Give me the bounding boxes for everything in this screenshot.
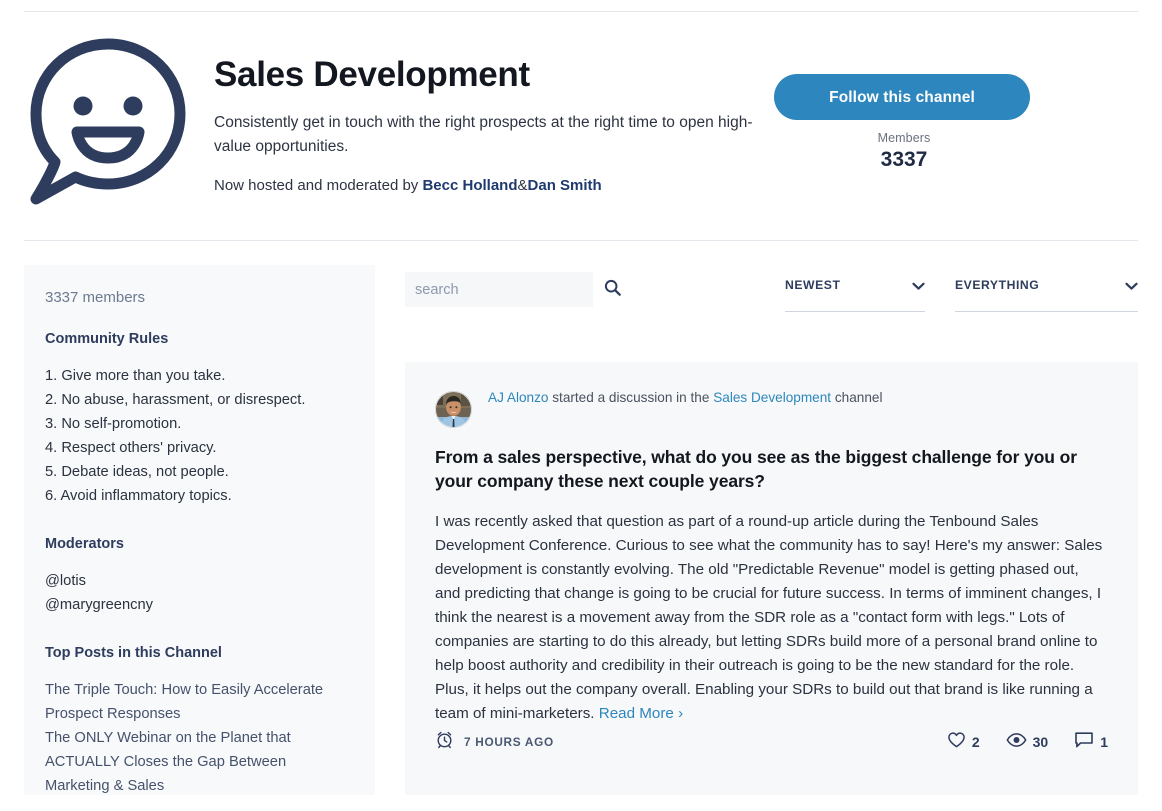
header-divider <box>24 240 1138 241</box>
hosted-prefix-label: Now hosted and moderated by <box>214 176 419 194</box>
host-link-1[interactable]: Becc Holland <box>422 177 517 194</box>
comment-stat[interactable]: 1 <box>1074 731 1108 754</box>
sort-dropdown-value: NEWEST <box>785 278 841 292</box>
top-divider <box>24 11 1138 12</box>
post-body-text: I was recently asked that question as pa… <box>435 513 1103 722</box>
like-stat[interactable]: 2 <box>947 731 980 754</box>
post-header: AJ Alonzo started a discussion in the Sa… <box>435 390 1108 428</box>
post-channel-suffix: channel <box>834 390 883 405</box>
channel-hosts: Now hosted and moderated by Becc Holland… <box>214 177 774 194</box>
sort-dropdown[interactable]: NEWEST <box>785 276 925 312</box>
post-channel-link[interactable]: Sales Development <box>713 390 831 405</box>
heart-icon[interactable] <box>947 731 966 754</box>
page-title: Sales Development <box>214 55 530 94</box>
rule-item: 5. Debate ideas, not people. <box>45 464 229 480</box>
avatar[interactable] <box>435 391 472 428</box>
channel-actions: Follow this channel Members 3337 <box>774 24 1034 172</box>
chevron-down-icon[interactable] <box>912 276 925 296</box>
channel-page: Sales Development Consistently get in to… <box>0 0 1162 811</box>
rule-item: 6. Avoid inflammatory topics. <box>45 488 232 504</box>
moderator-handle: @lotis <box>45 573 87 589</box>
view-count: 30 <box>1032 734 1049 750</box>
discussion-post-card[interactable]: AJ Alonzo started a discussion in the Sa… <box>405 362 1138 795</box>
eye-icon <box>1006 732 1027 753</box>
post-timestamp: 7 HOURS AGO <box>464 735 554 749</box>
view-stat: 30 <box>1006 732 1049 753</box>
post-byline-wrap: AJ Alonzo started a discussion in the Sa… <box>488 390 1108 406</box>
alarm-clock-icon <box>435 730 454 754</box>
post-title[interactable]: From a sales perspective, what do you se… <box>435 445 1108 493</box>
host-link-2[interactable]: Dan Smith <box>528 177 602 194</box>
moderators-heading: Moderators <box>45 536 124 552</box>
channel-description: Consistently get in touch with the right… <box>214 113 753 155</box>
rule-item: 2. No abuse, harassment, or disrespect. <box>45 392 306 408</box>
members-count: 3337 <box>880 148 928 171</box>
comment-bubble-icon[interactable] <box>1074 731 1094 754</box>
channel-header: Sales Development Consistently get in to… <box>24 24 1138 232</box>
filter-dropdown[interactable]: EVERYTHING <box>955 276 1138 312</box>
sidebar-member-count: 3337 members <box>45 289 146 306</box>
filter-dropdown-value: EVERYTHING <box>955 278 1040 292</box>
top-posts-heading: Top Posts in this Channel <box>45 645 222 661</box>
moderator-handle: @marygreencny <box>45 597 153 613</box>
follow-channel-button[interactable]: Follow this channel <box>774 74 1030 120</box>
search-input[interactable] <box>413 280 604 299</box>
channel-sidebar: 3337 members Community Rules 1. Give mor… <box>24 265 375 795</box>
community-rules-heading: Community Rules <box>45 331 169 347</box>
post-timestamp-group: 7 HOURS AGO <box>435 730 554 754</box>
rule-item: 1. Give more than you take. <box>45 368 226 384</box>
members-label: Members <box>877 131 931 145</box>
rule-item: 3. No self-promotion. <box>45 416 182 432</box>
post-body: I was recently asked that question as pa… <box>435 510 1108 726</box>
post-author-link[interactable]: AJ Alonzo <box>488 390 548 405</box>
chevron-down-icon[interactable] <box>1125 276 1138 296</box>
speech-bubble-smiley-icon <box>24 36 214 208</box>
rule-item: 4. Respect others' privacy. <box>45 440 217 456</box>
comment-count: 1 <box>1100 734 1108 750</box>
channel-info: Sales Development Consistently get in to… <box>214 24 774 194</box>
post-footer: 7 HOURS AGO 2 30 1 <box>435 718 1108 766</box>
search-box[interactable] <box>405 272 621 307</box>
post-stats: 2 30 1 <box>921 731 1108 754</box>
post-action-text: started a discussion in the <box>552 390 710 405</box>
like-count: 2 <box>971 734 980 750</box>
top-post-link[interactable]: The Triple Touch: How to Easily Accelera… <box>45 678 354 726</box>
channel-logo <box>24 24 214 208</box>
search-icon[interactable] <box>604 279 621 301</box>
host-separator: & <box>517 176 528 194</box>
post-byline: AJ Alonzo started a discussion in the Sa… <box>488 390 1108 406</box>
top-post-link[interactable]: The ONLY Webinar on the Planet that ACTU… <box>45 726 354 795</box>
